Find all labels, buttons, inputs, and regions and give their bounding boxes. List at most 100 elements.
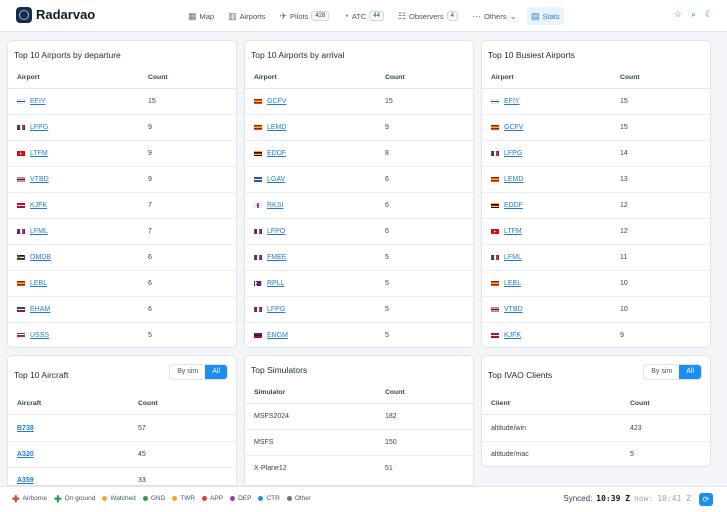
airport-link[interactable]: EFIY — [504, 98, 520, 105]
arrivals-card: Top 10 Airports by arrival Airport Count… — [244, 40, 474, 348]
airport-link[interactable]: GCFV — [504, 124, 523, 131]
airport-link[interactable]: LGAV — [267, 176, 285, 183]
cell-count: 13 — [620, 176, 628, 183]
legend-item-other: Other — [286, 495, 311, 502]
cell-name: A320 — [17, 451, 34, 458]
flag-us-icon — [17, 203, 25, 208]
airport-link[interactable]: LFPG — [30, 124, 48, 131]
nav-stats[interactable]: ▤ Stats — [527, 7, 564, 25]
cell-name: EFIY — [17, 98, 46, 105]
clients-toggle-all[interactable]: All — [679, 365, 701, 379]
cell-name: MSFS — [254, 439, 273, 446]
cell-name: EDDF — [491, 202, 523, 209]
airport-link[interactable]: OMDB — [30, 254, 51, 261]
star-icon[interactable]: ☆ — [674, 9, 682, 20]
airport-link[interactable]: FMEE — [267, 254, 286, 261]
cell-name: LFPG — [254, 306, 285, 313]
airport-link[interactable]: LFPG — [504, 150, 522, 157]
cell-label: altitude/mac — [491, 451, 529, 458]
airport-link[interactable]: EFIY — [30, 98, 46, 105]
nav-others[interactable]: ⋯ Others ⌄ — [468, 7, 521, 25]
table-row: LEBL 10 — [482, 271, 710, 297]
main-nav: ▦ Map ▥ Airports ✈ Pilots 428 ◔ ATC 44 ☷ Observers 4… — [184, 7, 564, 25]
airport-link[interactable]: LFML — [504, 254, 522, 261]
airport-link[interactable]: EHAM — [30, 306, 50, 313]
cell-label: X-Plane12 — [254, 465, 287, 472]
departures-col-count: Count — [148, 74, 168, 81]
nav-map[interactable]: ▦ Map — [184, 7, 218, 25]
cell-count: 9 — [620, 332, 624, 339]
cell-count: 14 — [620, 150, 628, 157]
airport-link[interactable]: LFPG — [267, 306, 285, 313]
airport-link[interactable]: EDDF — [504, 202, 523, 209]
aircraft-toggle-by-sim[interactable]: By sim — [170, 365, 205, 379]
airport-link[interactable]: LTFM — [30, 150, 48, 157]
legend-item-on-ground: ✚ On ground — [54, 494, 95, 503]
aircraft-toggle-all[interactable]: All — [205, 365, 227, 379]
chevron-down-icon: ⌄ — [509, 10, 518, 21]
count-badge: 428 — [311, 11, 330, 21]
aircraft-link[interactable]: A359 — [17, 477, 34, 484]
synced-label: Synced: — [563, 494, 593, 503]
airport-link[interactable]: LFPO — [267, 228, 285, 235]
airport-link[interactable]: KJFK — [30, 202, 47, 209]
cell-name: LFML — [17, 228, 48, 235]
refresh-icon: ⟳ — [702, 495, 710, 504]
airport-link[interactable]: EDDF — [267, 150, 286, 157]
clients-toggle-by-sim[interactable]: By sim — [644, 365, 679, 379]
dot-icon — [286, 496, 292, 501]
airport-link[interactable]: LEBL — [30, 280, 47, 287]
aircraft-link[interactable]: B738 — [17, 425, 34, 432]
status-bar: ✚ Airborne ✚ On ground Watched GND TWR APP DEP CT… — [0, 486, 727, 512]
app-logo[interactable] — [16, 7, 32, 23]
airport-link[interactable]: KJFK — [504, 332, 521, 339]
airport-link[interactable]: LFML — [30, 228, 48, 235]
table-row: RKSI 6 — [245, 193, 473, 219]
cell-count: 5 — [385, 254, 389, 261]
refresh-button[interactable]: ⟳ — [699, 493, 713, 506]
cell-name: OMDB — [17, 254, 51, 261]
flag-ae-icon — [17, 255, 25, 260]
nav-pilots[interactable]: ✈ Pilots 428 — [275, 7, 333, 25]
flag-fi-icon — [491, 99, 499, 104]
aircraft-link[interactable]: A320 — [17, 451, 34, 458]
nav-observers[interactable]: ☷ Observers 4 — [394, 7, 462, 25]
top-bar: Radarvao ▦ Map ▥ Airports ✈ Pilots 428 ◔ ATC 44 ☷ O… — [0, 0, 727, 32]
cell-count: 5 — [385, 332, 389, 339]
airport-link[interactable]: LTFM — [504, 228, 522, 235]
cell-name: KJFK — [17, 202, 47, 209]
table-row: LEMD 9 — [245, 115, 473, 141]
nav-airports[interactable]: ▥ Airports — [224, 7, 269, 25]
airport-link[interactable]: RPLL — [267, 280, 285, 287]
legend-item-gnd: GND — [142, 495, 165, 502]
dot-icon — [102, 496, 108, 501]
cell-count: 9 — [148, 150, 152, 157]
cell-count: 15 — [620, 98, 628, 105]
flag-fr-icon — [17, 229, 25, 234]
flag-fr-icon — [491, 255, 499, 260]
search-icon[interactable]: ⌕ — [691, 9, 696, 20]
airport-link[interactable]: LEMD — [267, 124, 286, 131]
airport-link[interactable]: VTBD — [504, 306, 523, 313]
nav-label: ATC — [351, 11, 367, 21]
airport-link[interactable]: RKSI — [267, 202, 283, 209]
cell-count: 7 — [148, 202, 152, 209]
airport-link[interactable]: USSS — [30, 332, 49, 339]
cell-name: ENGM — [254, 332, 288, 339]
airport-link[interactable]: LEBL — [504, 280, 521, 287]
table-row: LEMD 13 — [482, 167, 710, 193]
clients-card: Top IVAO Clients By sim All Client Count… — [481, 355, 711, 467]
airport-link[interactable]: GCFV — [267, 98, 286, 105]
app-title[interactable]: Radarvao — [36, 7, 95, 22]
cell-name: GCFV — [254, 98, 286, 105]
table-row: MSFS2024 182 — [245, 404, 473, 430]
moon-icon[interactable]: ☾ — [705, 9, 713, 20]
airport-link[interactable]: VTBD — [30, 176, 49, 183]
cell-count: 6 — [148, 280, 152, 287]
clients-title: Top IVAO Clients — [488, 370, 553, 380]
cell-name: A359 — [17, 477, 34, 484]
clients-col-count: Count — [630, 400, 650, 407]
airport-link[interactable]: LEMD — [504, 176, 523, 183]
nav-atc[interactable]: ◔ ATC 44 — [339, 7, 388, 25]
airport-link[interactable]: ENGM — [267, 332, 288, 339]
